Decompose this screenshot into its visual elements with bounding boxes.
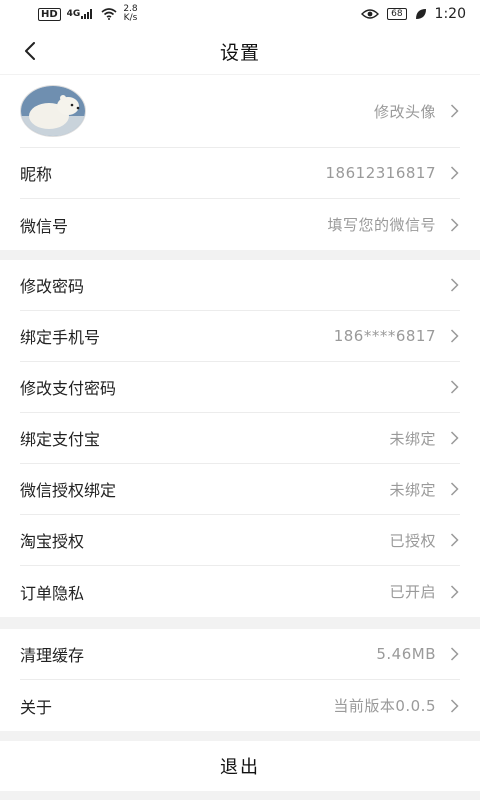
network-type: 4G [66,9,81,19]
chevron-right-icon [448,431,460,445]
avatar-row[interactable]: 修改头像 [20,75,460,148]
order-privacy-row[interactable]: 订单隐私 已开启 [20,566,460,617]
row-label: 关于 [20,697,53,717]
row-value: 填写您的微信号 [327,216,436,234]
row-label: 淘宝授权 [20,532,85,551]
taobao-auth-row[interactable]: 淘宝授权 已授权 [20,515,460,566]
signal-icon: 4G [67,9,96,19]
about-row[interactable]: 关于 当前版本0.0.5 [20,680,460,731]
bind-phone-row[interactable]: 绑定手机号 186****6817 [20,311,460,362]
wechat-id-row[interactable]: 微信号 填写您的微信号 [20,199,460,250]
payment-password-row[interactable]: 修改支付密码 [20,362,460,413]
row-label: 修改密码 [20,277,85,296]
profile-group: 修改头像 昵称 18612316817 微信号 填写您的微信号 [0,75,480,250]
chevron-right-icon [448,482,460,496]
net-speed-unit: K/s [123,13,138,23]
status-right: 68 1:20 [361,6,466,22]
clock: 1:20 [434,6,466,22]
change-avatar-label: 修改头像 [373,102,436,121]
status-bar: HD 4G 2.8 K/s 68 1:20 [0,0,480,28]
chevron-right-icon [448,329,460,343]
chevron-left-icon [25,42,35,60]
row-label: 微信号 [20,216,69,236]
chevron-right-icon [448,698,460,713]
hd-badge: HD [38,7,61,21]
misc-group: 清理缓存 5.46MB 关于 当前版本0.0.5 [0,629,480,731]
row-value: 已授权 [389,531,436,550]
chevron-right-icon [448,380,460,394]
row-label: 昵称 [20,165,53,184]
leaf-icon [415,9,426,19]
battery-icon: 68 [387,8,407,20]
row-value: 18612316817 [325,164,436,182]
wifi-icon [101,8,117,20]
security-group: 修改密码 绑定手机号 186****6817 修改支付密码 绑定支付宝 未绑定 … [0,260,480,617]
eye-icon [361,9,380,19]
row-value: 未绑定 [389,429,436,448]
clear-cache-row[interactable]: 清理缓存 5.46MB [20,629,460,680]
row-label: 绑定手机号 [20,328,101,347]
chevron-right-icon [448,584,460,599]
row-value: 当前版本0.0.5 [333,697,436,715]
title-bar: 设置 [0,28,480,74]
row-value: 186****6817 [333,327,436,345]
logout-button[interactable]: 退出 [0,741,480,791]
net-speed: 2.8 K/s [123,5,137,23]
chevron-right-icon [448,104,460,118]
row-value: 已开启 [389,583,436,601]
chevron-right-icon [448,647,460,661]
row-label: 修改支付密码 [20,379,117,398]
row-label: 订单隐私 [20,583,85,603]
chevron-right-icon [448,217,460,232]
bind-alipay-row[interactable]: 绑定支付宝 未绑定 [20,413,460,464]
wechat-auth-row[interactable]: 微信授权绑定 未绑定 [20,464,460,515]
back-button[interactable] [18,39,42,63]
row-value: 5.46MB [376,645,436,663]
row-label: 绑定支付宝 [20,430,101,449]
nickname-row[interactable]: 昵称 18612316817 [20,148,460,199]
logout-label: 退出 [220,757,260,778]
row-label: 微信授权绑定 [20,481,117,500]
avatar [20,85,86,137]
chevron-right-icon [448,533,460,547]
chevron-right-icon [448,278,460,292]
chevron-right-icon [448,166,460,180]
status-left: HD 4G 2.8 K/s [38,5,138,23]
page-title: 设置 [219,41,260,64]
row-label: 清理缓存 [20,646,85,665]
row-value: 未绑定 [389,480,436,499]
change-password-row[interactable]: 修改密码 [20,260,460,311]
